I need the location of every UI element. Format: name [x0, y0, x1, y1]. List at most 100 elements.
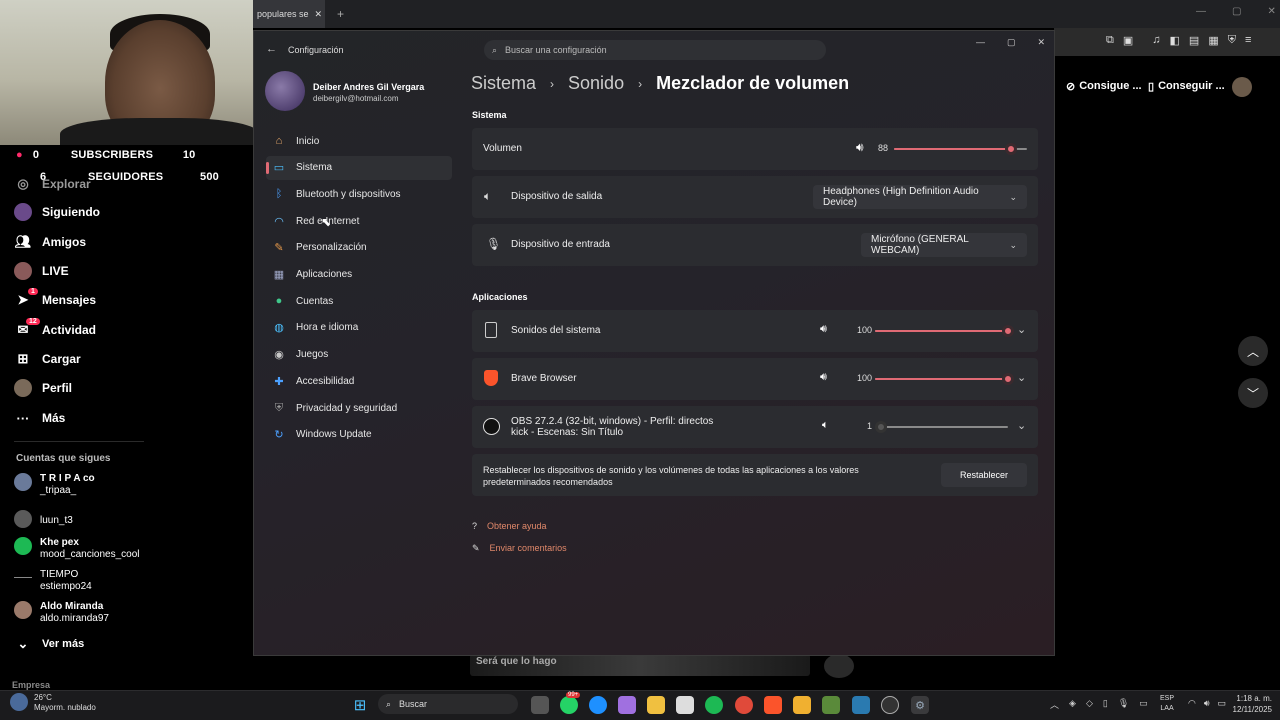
- company-link[interactable]: Empresa: [12, 680, 50, 690]
- nav-mensajes[interactable]: ➤ Mensajes 1: [14, 288, 96, 312]
- chevron-down-icon[interactable]: ⌄: [1017, 419, 1026, 432]
- avatar[interactable]: [265, 71, 305, 111]
- wallet-icon[interactable]: ▦: [1208, 34, 1218, 47]
- back-button[interactable]: ←: [266, 43, 277, 55]
- edge-icon[interactable]: [589, 696, 607, 714]
- close-icon[interactable]: ✕: [1038, 37, 1046, 48]
- following-item[interactable]: luun_t3: [14, 510, 73, 528]
- chevron-down-icon[interactable]: ⌄: [1017, 323, 1026, 336]
- start-icon[interactable]: ⊞: [351, 696, 369, 714]
- output-device-select[interactable]: Headphones (High Definition Audio Device…: [813, 185, 1027, 209]
- quick-settings[interactable]: ◠ 🔊︎ ▭: [1188, 698, 1226, 709]
- store-icon[interactable]: [676, 696, 694, 714]
- minimize-icon[interactable]: —: [1196, 6, 1206, 17]
- folder-icon[interactable]: [647, 696, 665, 714]
- microphone-icon[interactable]: 🎙︎: [1118, 698, 1129, 711]
- sidebar-item-sistema[interactable]: ▭ Sistema: [266, 155, 452, 180]
- bookmark-icon[interactable]: ▤: [1189, 34, 1199, 47]
- usb-icon[interactable]: ▯: [1103, 698, 1108, 711]
- breadcrumb-sonido[interactable]: Sonido: [568, 73, 624, 94]
- sidebar-item-bluetooth-y-dispositivos[interactable]: ᛒ Bluetooth y dispositivos: [266, 182, 452, 206]
- chrome-icon[interactable]: [735, 696, 753, 714]
- settings-gear-icon[interactable]: ⚙: [911, 696, 929, 714]
- scroll-down-button[interactable]: ﹀: [1238, 378, 1268, 408]
- nav-perfil[interactable]: Perfil: [14, 376, 72, 400]
- sidebar-item-privacidad-y-seguridad[interactable]: ⛨ Privacidad y seguridad: [266, 396, 452, 420]
- nav-amigos[interactable]: 👥︎ Amigos: [14, 230, 86, 254]
- following-item[interactable]: Khe pex mood_canciones_cool: [14, 537, 140, 561]
- speaker-icon[interactable]: 🔈︎: [822, 419, 829, 432]
- spotify-icon[interactable]: [705, 696, 723, 714]
- sidebar-item-hora-e-idioma[interactable]: ◍ Hora e idioma: [266, 316, 452, 340]
- help-link[interactable]: ? Obtener ayuda: [472, 521, 547, 531]
- app-volume-slider[interactable]: [880, 426, 1008, 428]
- see-more-link[interactable]: ⌄ Ver más: [14, 632, 85, 656]
- settings-search-input[interactable]: ⌕ Buscar una configuración: [484, 40, 826, 60]
- following-item[interactable]: T R I P A co _tripaa_: [14, 473, 95, 497]
- new-tab-button[interactable]: +: [337, 7, 344, 21]
- sidebar-item-aplicaciones[interactable]: ▦ Aplicaciones: [266, 263, 452, 287]
- scroll-up-button[interactable]: ︿: [1238, 336, 1268, 366]
- nav-live[interactable]: LIVE: [14, 259, 69, 283]
- avatar[interactable]: [1232, 77, 1252, 97]
- minecraft-icon[interactable]: [822, 696, 840, 714]
- feedback-link[interactable]: ✎ Enviar comentarios: [472, 543, 567, 554]
- taskbar-search[interactable]: ⌕ Buscar: [378, 694, 518, 714]
- close-icon[interactable]: ✕: [315, 9, 323, 20]
- get-app-button[interactable]: ▯ Conseguir ...: [1148, 76, 1225, 96]
- minimize-icon[interactable]: —: [976, 37, 985, 48]
- nav-siguiendo[interactable]: Siguiendo: [14, 200, 100, 224]
- maximize-icon[interactable]: ▢: [1232, 6, 1241, 17]
- nav-cargar[interactable]: ⊞ Cargar: [14, 347, 81, 371]
- vpn-icon[interactable]: ⛨: [1228, 34, 1236, 47]
- weather-widget[interactable]: 26°C Mayorm. nublado: [34, 693, 96, 713]
- copilot-icon[interactable]: [618, 696, 636, 714]
- following-item[interactable]: Aldo Miranda aldo.miranda97: [14, 601, 109, 625]
- chevron-down-icon[interactable]: ⌄: [1017, 371, 1026, 384]
- sidebar-item-juegos[interactable]: ◉ Juegos: [266, 343, 452, 367]
- screenshot-icon[interactable]: ▣: [1123, 34, 1133, 47]
- maximize-icon[interactable]: ▢: [1007, 37, 1016, 48]
- tray-app-icon[interactable]: ◇: [1086, 698, 1093, 711]
- capcut-icon[interactable]: [852, 696, 870, 714]
- speaker-icon[interactable]: 🔊︎: [856, 140, 864, 155]
- avatar[interactable]: [824, 654, 854, 678]
- breadcrumb-sistema[interactable]: Sistema: [471, 73, 536, 94]
- extension-icon[interactable]: ⧉: [1106, 34, 1114, 47]
- speaker-icon[interactable]: 🔊︎: [820, 371, 827, 384]
- tray-app-icon[interactable]: ◈: [1069, 698, 1076, 711]
- app-volume-slider-thumb[interactable]: [875, 421, 888, 433]
- clock[interactable]: 1:18 a. m. 12/11/2025: [1230, 693, 1272, 715]
- music-icon[interactable]: ♫: [1152, 34, 1160, 47]
- brave-icon[interactable]: [764, 696, 782, 714]
- app-volume-slider-thumb[interactable]: [1002, 325, 1014, 337]
- nav-mas[interactable]: ··· Más: [14, 406, 66, 430]
- sidebar-icon[interactable]: ◧: [1170, 34, 1180, 47]
- chevron-up-icon[interactable]: ︿: [1050, 698, 1059, 711]
- app-icon[interactable]: [793, 696, 811, 714]
- get-coins-button[interactable]: ⊘ Consigue ...: [1066, 76, 1142, 96]
- app-volume-slider-thumb[interactable]: [1002, 373, 1014, 385]
- language-indicator[interactable]: ESP LAA: [1160, 694, 1174, 714]
- nav-explorar[interactable]: ◎ Explorar: [14, 172, 90, 196]
- browser-tab[interactable]: populares se ✕: [253, 0, 325, 28]
- obs-icon[interactable]: [881, 696, 899, 714]
- whatsapp-icon[interactable]: [560, 696, 578, 714]
- tray-app-icon[interactable]: ▭: [1139, 698, 1148, 711]
- weather-icon[interactable]: [10, 693, 28, 711]
- sidebar-item-accesibilidad[interactable]: ✚ Accesibilidad: [266, 369, 452, 393]
- task-view-icon[interactable]: [531, 696, 549, 714]
- nav-actividad[interactable]: ✉ Actividad 12: [14, 318, 96, 342]
- input-device-select[interactable]: Micrófono (GENERAL WEBCAM) ⌄: [861, 233, 1027, 257]
- sidebar-item-inicio[interactable]: ⌂ Inicio: [266, 129, 452, 153]
- sidebar-item-personalización[interactable]: ✎ Personalización: [266, 236, 452, 260]
- reset-button[interactable]: Restablecer: [941, 463, 1027, 487]
- sidebar-item-cuentas[interactable]: ● Cuentas: [266, 289, 452, 313]
- sidebar-item-red-e-internet[interactable]: ◠ Red e Internet: [266, 209, 452, 233]
- menu-icon[interactable]: ≡: [1245, 34, 1251, 47]
- speaker-icon[interactable]: 🔊︎: [820, 323, 827, 336]
- volume-slider-thumb[interactable]: [1005, 143, 1018, 155]
- following-item[interactable]: TIEMPO estiempo24: [14, 569, 92, 593]
- close-icon[interactable]: ✕: [1267, 6, 1275, 17]
- sidebar-item-windows-update[interactable]: ↻ Windows Update: [266, 423, 452, 447]
